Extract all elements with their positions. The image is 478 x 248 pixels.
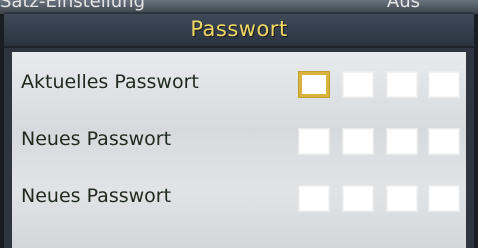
new-password-digit-3[interactable] [387,129,417,154]
current-password-digit-2[interactable] [343,72,373,97]
current-password-digit-4[interactable] [429,72,459,97]
new-password-digit-4[interactable] [429,129,459,154]
background-menu-item-label: Satz-Einstellung [0,0,145,12]
confirm-password-digit-4[interactable] [429,186,459,211]
confirm-password-digit-1[interactable] [299,186,329,211]
current-password-digit-3[interactable] [387,72,417,97]
current-password-digit-1[interactable] [299,72,329,97]
new-password-digit-1[interactable] [299,129,329,154]
dialog-title-bar: Passwort [4,14,474,48]
confirm-password-label: Neues Passwort [21,185,172,207]
dialog-content: Aktuelles Passwort Neues Passwort Neues … [12,52,466,248]
confirm-password-digit-3[interactable] [387,186,417,211]
confirm-password-digit-2[interactable] [343,186,373,211]
new-password-label: Neues Passwort [21,128,172,150]
new-password-digit-2[interactable] [343,129,373,154]
new-password-row: Neues Passwort [12,111,466,171]
dialog-title: Passwort [190,17,288,41]
current-password-row: Aktuelles Passwort [12,54,466,114]
current-password-label: Aktuelles Passwort [21,71,199,93]
background-menu-item-value: Aus [386,0,420,12]
confirm-password-row: Neues Passwort [12,168,466,228]
password-dialog: Passwort Aktuelles Passwort Neues Passwo… [4,12,474,248]
